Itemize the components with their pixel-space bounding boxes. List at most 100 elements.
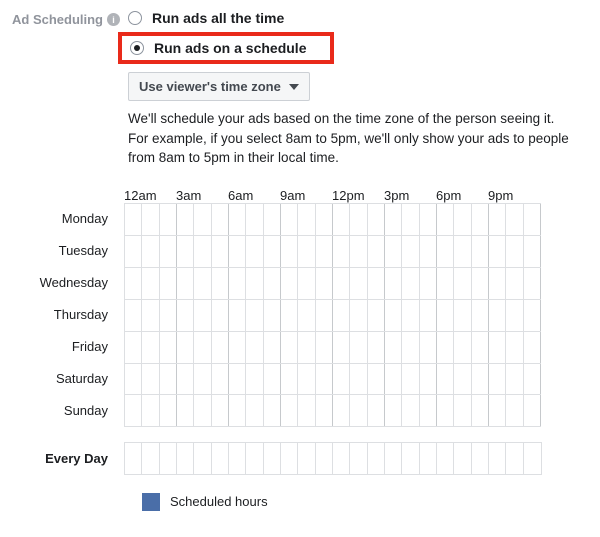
- schedule-cell[interactable]: [298, 204, 315, 235]
- schedule-cell[interactable]: [316, 236, 333, 267]
- schedule-cell[interactable]: [246, 332, 263, 363]
- schedule-cell[interactable]: [142, 364, 159, 395]
- schedule-cell[interactable]: [160, 300, 177, 331]
- schedule-cell[interactable]: [246, 300, 263, 331]
- schedule-cell[interactable]: [316, 395, 333, 426]
- every-day-cell[interactable]: [454, 443, 471, 474]
- schedule-cell[interactable]: [212, 268, 229, 299]
- schedule-cell[interactable]: [454, 364, 471, 395]
- schedule-cell[interactable]: [368, 395, 385, 426]
- schedule-cell[interactable]: [316, 268, 333, 299]
- schedule-cell[interactable]: [160, 236, 177, 267]
- schedule-cell[interactable]: [385, 236, 402, 267]
- schedule-cell[interactable]: [194, 268, 211, 299]
- every-day-cell[interactable]: [316, 443, 333, 474]
- schedule-cell[interactable]: [264, 300, 281, 331]
- schedule-cell[interactable]: [420, 236, 437, 267]
- schedule-cell[interactable]: [524, 204, 541, 235]
- schedule-cell[interactable]: [212, 300, 229, 331]
- schedule-cell[interactable]: [298, 300, 315, 331]
- every-day-cell[interactable]: [246, 443, 263, 474]
- schedule-cell[interactable]: [350, 268, 367, 299]
- schedule-cell[interactable]: [212, 332, 229, 363]
- schedule-cell[interactable]: [264, 395, 281, 426]
- schedule-cell[interactable]: [420, 268, 437, 299]
- schedule-cell[interactable]: [333, 332, 350, 363]
- schedule-cell[interactable]: [437, 268, 454, 299]
- schedule-cell[interactable]: [402, 236, 419, 267]
- every-day-cell[interactable]: [142, 443, 159, 474]
- schedule-cell[interactable]: [281, 395, 298, 426]
- schedule-cell[interactable]: [264, 268, 281, 299]
- schedule-cell[interactable]: [177, 268, 194, 299]
- schedule-cell[interactable]: [194, 395, 211, 426]
- schedule-cell[interactable]: [177, 364, 194, 395]
- every-day-cell[interactable]: [385, 443, 402, 474]
- schedule-cell[interactable]: [125, 204, 142, 235]
- schedule-cell[interactable]: [281, 300, 298, 331]
- every-day-cell[interactable]: [420, 443, 437, 474]
- schedule-cell[interactable]: [454, 332, 471, 363]
- every-day-cell[interactable]: [229, 443, 246, 474]
- day-grid-row[interactable]: [124, 299, 541, 331]
- schedule-cell[interactable]: [402, 395, 419, 426]
- schedule-cell[interactable]: [472, 204, 489, 235]
- schedule-cell[interactable]: [472, 364, 489, 395]
- every-day-cell[interactable]: [212, 443, 229, 474]
- schedule-cell[interactable]: [472, 300, 489, 331]
- schedule-cell[interactable]: [316, 204, 333, 235]
- day-grid-row[interactable]: [124, 267, 541, 299]
- every-day-cell[interactable]: [472, 443, 489, 474]
- schedule-cell[interactable]: [489, 300, 506, 331]
- schedule-cell[interactable]: [368, 364, 385, 395]
- schedule-cell[interactable]: [437, 204, 454, 235]
- schedule-cell[interactable]: [142, 300, 159, 331]
- schedule-cell[interactable]: [316, 300, 333, 331]
- day-grid-row[interactable]: [124, 363, 541, 395]
- schedule-cell[interactable]: [420, 332, 437, 363]
- schedule-cell[interactable]: [420, 300, 437, 331]
- schedule-cell[interactable]: [506, 395, 523, 426]
- schedule-cell[interactable]: [437, 332, 454, 363]
- schedule-cell[interactable]: [489, 332, 506, 363]
- schedule-cell[interactable]: [385, 268, 402, 299]
- every-day-cell[interactable]: [160, 443, 177, 474]
- schedule-cell[interactable]: [437, 395, 454, 426]
- schedule-cell[interactable]: [350, 236, 367, 267]
- every-day-cell[interactable]: [333, 443, 350, 474]
- schedule-cell[interactable]: [160, 395, 177, 426]
- schedule-cell[interactable]: [246, 268, 263, 299]
- schedule-cell[interactable]: [212, 204, 229, 235]
- every-day-cell[interactable]: [506, 443, 523, 474]
- schedule-cell[interactable]: [194, 364, 211, 395]
- schedule-cell[interactable]: [524, 300, 541, 331]
- every-day-cell[interactable]: [125, 443, 142, 474]
- schedule-cell[interactable]: [524, 364, 541, 395]
- schedule-cell[interactable]: [368, 332, 385, 363]
- schedule-cell[interactable]: [212, 236, 229, 267]
- schedule-cell[interactable]: [454, 300, 471, 331]
- schedule-cell[interactable]: [160, 204, 177, 235]
- schedule-cell[interactable]: [229, 204, 246, 235]
- schedule-cell[interactable]: [194, 300, 211, 331]
- day-grid-row[interactable]: [124, 203, 541, 235]
- schedule-cell[interactable]: [316, 364, 333, 395]
- schedule-cell[interactable]: [246, 236, 263, 267]
- schedule-cell[interactable]: [472, 236, 489, 267]
- schedule-cell[interactable]: [454, 204, 471, 235]
- schedule-cell[interactable]: [142, 395, 159, 426]
- schedule-cell[interactable]: [350, 204, 367, 235]
- schedule-cell[interactable]: [125, 268, 142, 299]
- schedule-cell[interactable]: [420, 204, 437, 235]
- radio-run-all-time[interactable]: Run ads all the time: [128, 10, 588, 26]
- schedule-cell[interactable]: [454, 236, 471, 267]
- every-day-cell[interactable]: [177, 443, 194, 474]
- schedule-cell[interactable]: [385, 332, 402, 363]
- schedule-cell[interactable]: [264, 332, 281, 363]
- schedule-cell[interactable]: [160, 268, 177, 299]
- schedule-cell[interactable]: [264, 204, 281, 235]
- schedule-cell[interactable]: [506, 268, 523, 299]
- schedule-cell[interactable]: [142, 204, 159, 235]
- every-day-cell[interactable]: [264, 443, 281, 474]
- schedule-cell[interactable]: [229, 395, 246, 426]
